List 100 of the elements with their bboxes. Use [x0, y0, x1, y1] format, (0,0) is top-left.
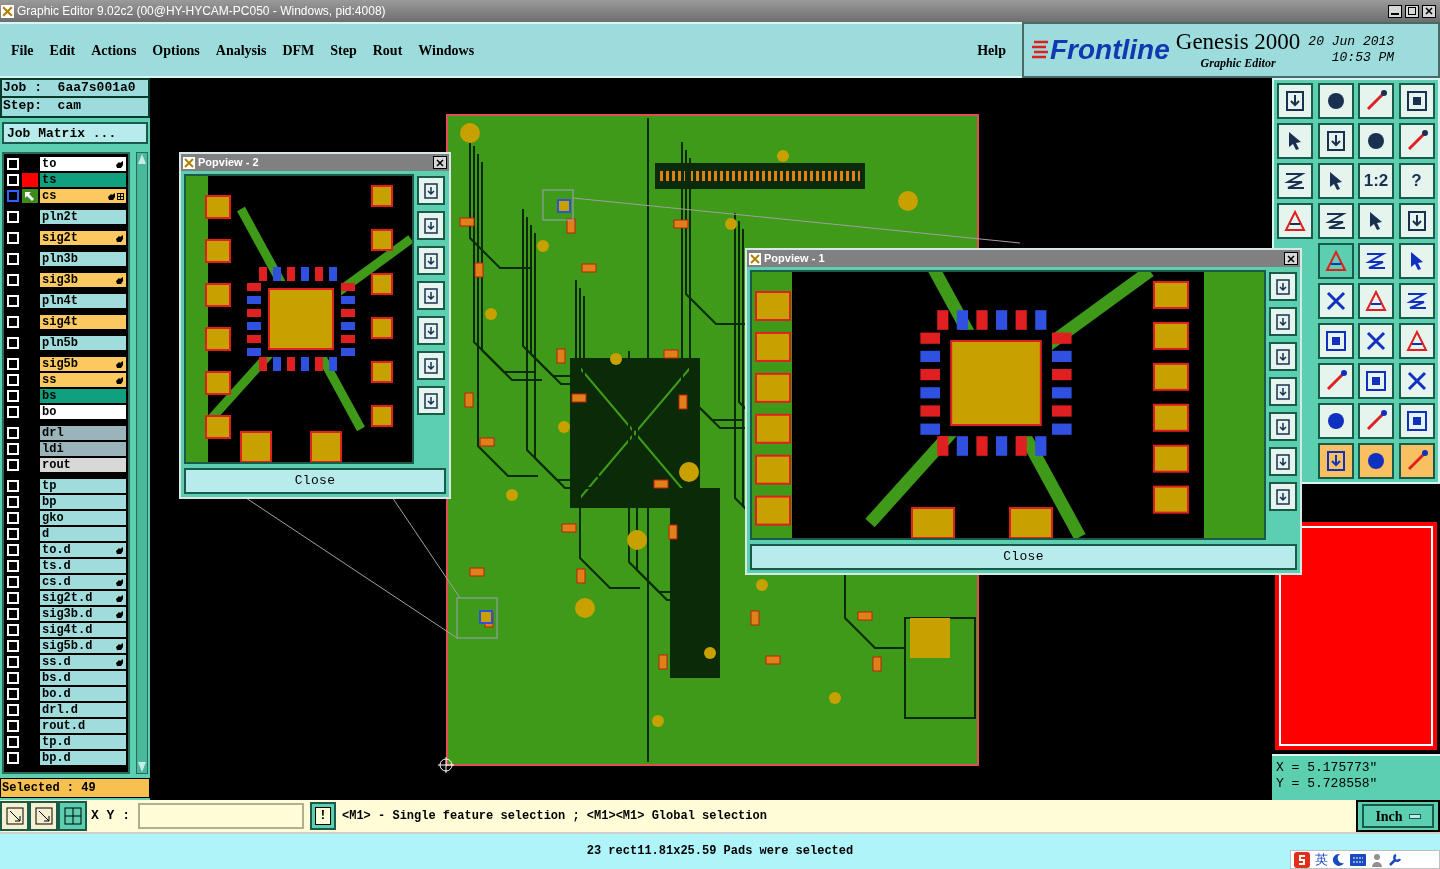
layer-name[interactable]: sig4t [40, 315, 126, 329]
layer-name[interactable]: ss [40, 373, 126, 387]
alert-button[interactable]: ! [310, 802, 336, 830]
layer-name[interactable]: cs [40, 189, 126, 203]
tool-button[interactable] [1269, 482, 1297, 511]
tool-button[interactable] [1398, 243, 1435, 279]
layer-name[interactable]: sig3b [40, 273, 126, 287]
layer-name[interactable]: pln5b [40, 336, 126, 350]
tool-button[interactable] [1398, 283, 1435, 319]
tool-button[interactable] [1277, 163, 1313, 199]
layer-checkbox[interactable] [7, 190, 19, 202]
tool-button[interactable] [1398, 363, 1435, 399]
tool-button[interactable] [1269, 272, 1297, 301]
layer-name[interactable]: to.d [40, 543, 126, 557]
tool-button[interactable] [1358, 203, 1394, 239]
tool-button[interactable] [1358, 243, 1394, 279]
layer-name[interactable]: rout [40, 458, 126, 472]
tool-button[interactable]: 1:2 [1358, 163, 1394, 199]
tool-button[interactable] [1269, 342, 1297, 371]
tool-button[interactable] [1317, 443, 1354, 479]
tool-button[interactable] [417, 386, 445, 415]
minimize-button[interactable] [1388, 4, 1402, 18]
menu-item[interactable]: Help [977, 39, 1006, 61]
moon-icon[interactable] [1333, 852, 1345, 867]
tool-button[interactable] [1358, 443, 1394, 479]
layer-name[interactable]: pln4t [40, 294, 126, 308]
tool-button[interactable] [1398, 443, 1435, 479]
wrench-icon[interactable] [1388, 852, 1402, 867]
layer-name[interactable]: ss.d [40, 655, 126, 669]
layer-name[interactable]: tp.d [40, 735, 126, 749]
close-button[interactable] [433, 156, 447, 169]
tool-button[interactable] [1317, 123, 1354, 159]
input-mode-indicator[interactable]: 英 [1315, 853, 1328, 866]
input-method-logo-icon[interactable] [1294, 851, 1310, 868]
tool-button[interactable]: ? [1398, 163, 1435, 199]
layer-name[interactable]: sig3b.d [40, 607, 126, 621]
tool-button[interactable] [1358, 283, 1394, 319]
tool-button[interactable] [1398, 203, 1435, 239]
units-dropdown[interactable]: Inch [1362, 804, 1434, 828]
close-button[interactable] [1422, 4, 1436, 18]
tool-button[interactable] [1269, 447, 1297, 476]
tool-button[interactable] [417, 211, 445, 240]
tool-button[interactable] [1269, 377, 1297, 406]
tool-button[interactable] [1317, 363, 1354, 399]
layer-swatch[interactable] [22, 173, 38, 187]
tool-button[interactable] [1317, 403, 1354, 439]
maximize-button[interactable] [1405, 4, 1419, 18]
keyboard-icon[interactable] [1350, 853, 1366, 866]
layer-name[interactable]: bs.d [40, 671, 126, 685]
tool-button[interactable] [1398, 123, 1435, 159]
layer-name[interactable]: sig2t.d [40, 591, 126, 605]
tool-button[interactable] [1358, 83, 1394, 119]
tool-button[interactable] [1358, 323, 1394, 359]
layer-name[interactable]: ldi [40, 442, 126, 456]
tool-button[interactable] [417, 281, 445, 310]
tool-button[interactable] [1317, 83, 1354, 119]
tool-button[interactable] [417, 176, 445, 205]
tool-button[interactable] [29, 801, 58, 831]
layer-name[interactable]: sig2t [40, 231, 126, 245]
tool-button[interactable] [1277, 83, 1313, 119]
layer-name[interactable]: rout.d [40, 719, 126, 733]
menu-item[interactable]: Analysis [215, 39, 267, 61]
tool-button[interactable] [1398, 83, 1435, 119]
close-button[interactable]: Close [750, 543, 1297, 570]
menu-item[interactable]: Windows [418, 39, 475, 61]
tool-button[interactable] [1358, 123, 1394, 159]
tool-button[interactable] [1398, 323, 1435, 359]
menu-item[interactable]: Actions [91, 39, 137, 61]
tool-button[interactable] [1398, 403, 1435, 439]
layer-name[interactable]: sig4t.d [40, 623, 126, 637]
menu-item[interactable]: Options [152, 39, 200, 61]
tool-button[interactable] [417, 351, 445, 380]
layer-name[interactable]: gko [40, 511, 126, 525]
tool-button[interactable] [1277, 123, 1313, 159]
layer-name[interactable]: bs [40, 389, 126, 403]
tool-button[interactable] [1269, 307, 1297, 336]
layer-name[interactable]: sig5b [40, 357, 126, 371]
layer-name[interactable]: to [40, 157, 126, 171]
tool-button[interactable] [1358, 403, 1394, 439]
xy-input-field[interactable] [138, 803, 304, 829]
layer-name[interactable]: sig5b.d [40, 639, 126, 653]
menu-item[interactable]: File [11, 39, 34, 61]
layer-name[interactable]: drl.d [40, 703, 126, 717]
tool-button[interactable] [1269, 412, 1297, 441]
layer-name[interactable]: d [40, 527, 126, 541]
tool-button[interactable] [1317, 323, 1354, 359]
close-button[interactable]: Close [184, 467, 446, 494]
tool-button[interactable] [1317, 203, 1354, 239]
layer-name[interactable]: bp.d [40, 751, 126, 765]
layer-name[interactable]: tp [40, 479, 126, 493]
tool-button[interactable] [1317, 163, 1354, 199]
menu-item[interactable]: Rout [372, 39, 403, 61]
tool-button[interactable] [0, 801, 29, 831]
menu-item[interactable]: Edit [49, 39, 76, 61]
layer-name[interactable]: bo.d [40, 687, 126, 701]
tool-button[interactable] [1317, 283, 1354, 319]
tool-button[interactable] [417, 316, 445, 345]
layer-name[interactable]: drl [40, 426, 126, 440]
menu-item[interactable]: DFM [282, 39, 315, 61]
layer-name[interactable]: bp [40, 495, 126, 509]
